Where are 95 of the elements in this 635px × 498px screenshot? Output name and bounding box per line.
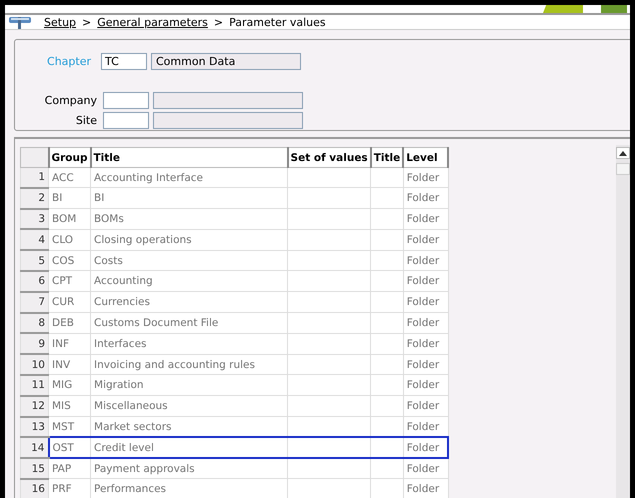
table-cell: Closing operations (90, 229, 288, 250)
input-field[interactable] (103, 112, 149, 128)
table-cell[interactable]: DEB (48, 312, 91, 334)
scroll-up-icon[interactable] (619, 150, 627, 156)
table-cell: Customs Document File (90, 312, 288, 334)
table-cell[interactable]: MIG (48, 374, 91, 396)
table-cell: Interfaces (90, 333, 288, 354)
table-cell: Folder (403, 396, 448, 417)
table-cell[interactable]: MIS (48, 396, 91, 417)
empty-cell (370, 374, 404, 396)
row-number: 6 (20, 270, 48, 292)
row-number: 3 (20, 208, 48, 230)
table-cell: Folder (403, 354, 448, 375)
row-number: 7 (20, 292, 48, 313)
chapter-description-field: Common Data (151, 53, 301, 70)
row-number: 14 (20, 437, 48, 458)
breadcrumb-link[interactable]: General parameters (97, 16, 208, 28)
table-cell: Costs (90, 250, 288, 271)
field-label: Chapter (46, 55, 92, 68)
table-cell: Accounting (90, 270, 288, 292)
empty-cell (370, 229, 404, 250)
table-cell: Folder (403, 208, 448, 230)
chapter-field[interactable]: TC (101, 53, 147, 70)
signpost-icon (8, 15, 32, 29)
column-header[interactable]: Group (48, 148, 91, 168)
field-label: Site (74, 114, 98, 126)
table-cell[interactable]: PAP (48, 458, 91, 479)
empty-cell (370, 208, 404, 230)
table-cell[interactable]: INV (48, 354, 91, 375)
row-number: 2 (20, 188, 48, 209)
empty-cell (370, 333, 404, 354)
column-header[interactable]: Level (403, 148, 448, 168)
table-cell: Folder (403, 458, 448, 479)
table-cell: Currencies (90, 292, 288, 313)
table-cell[interactable]: BOM (48, 208, 91, 230)
table-cell: Payment approvals (90, 458, 288, 479)
table-cell: Accounting Interface (90, 168, 288, 188)
scrollbar[interactable] (616, 145, 630, 498)
empty-cell (370, 458, 404, 479)
table-cell[interactable]: BI (48, 188, 91, 209)
table-cell: Folder (403, 168, 448, 188)
empty-cell (370, 188, 404, 209)
empty-cell (370, 270, 404, 292)
row-number: 15 (20, 458, 48, 479)
table-cell: Credit level (90, 437, 288, 458)
row-number: 9 (20, 333, 48, 354)
table-cell: Folder (403, 229, 448, 250)
table-cell: Folder (403, 333, 448, 354)
empty-cell (370, 292, 404, 313)
row-number: 1 (20, 168, 48, 188)
table-cell: Folder (403, 188, 448, 209)
empty-cell (370, 396, 404, 417)
column-header[interactable]: Title (90, 148, 288, 168)
row-number: 5 (20, 250, 48, 271)
row-number: 8 (20, 312, 48, 334)
table-cell[interactable]: CPT (48, 270, 91, 292)
breadcrumb-current: Parameter values (229, 16, 326, 28)
empty-cell (370, 437, 404, 458)
table-cell: BI (90, 188, 288, 209)
row-number: 4 (20, 229, 48, 250)
table-cell: Folder (403, 437, 448, 458)
table-cell[interactable]: INF (48, 333, 91, 354)
empty-cell (370, 168, 404, 188)
table-cell: Invoicing and accounting rules (90, 354, 288, 375)
table-cell[interactable]: OST (48, 437, 91, 458)
field-label: Company (44, 94, 98, 106)
table-cell[interactable]: ACC (48, 168, 91, 188)
table-cell[interactable]: COS (48, 250, 91, 271)
table-cell: Folder (403, 292, 448, 313)
row-number: 11 (20, 374, 48, 396)
header-tab[interactable] (601, 5, 627, 13)
column-header[interactable]: Set of values (288, 148, 371, 168)
corner-header (20, 148, 48, 168)
empty-cell (370, 312, 404, 334)
row-number: 10 (20, 354, 48, 375)
table-cell[interactable]: CUR (48, 292, 91, 313)
scroll-thumb[interactable] (616, 163, 630, 175)
empty-cell (370, 354, 404, 375)
table-cell: Folder (403, 374, 448, 396)
column-header[interactable]: Title (370, 148, 404, 168)
table-cell: Folder (403, 250, 448, 271)
breadcrumb-link[interactable]: Setup (44, 16, 76, 28)
breadcrumb-separator: > (214, 16, 224, 28)
row-number: 12 (20, 396, 48, 417)
breadcrumb-separator: > (82, 16, 92, 28)
row-number: 13 (20, 416, 48, 438)
table-cell: Miscellaneous (90, 396, 288, 417)
input-field[interactable] (103, 92, 149, 108)
empty-cell (370, 250, 404, 271)
table-cell: Folder (403, 312, 448, 334)
header-tab[interactable] (543, 5, 583, 13)
table-cell[interactable]: CLO (48, 229, 91, 250)
table-cell: BOMs (90, 208, 288, 230)
table-cell: Folder (403, 270, 448, 292)
table-cell: Migration (90, 374, 288, 396)
